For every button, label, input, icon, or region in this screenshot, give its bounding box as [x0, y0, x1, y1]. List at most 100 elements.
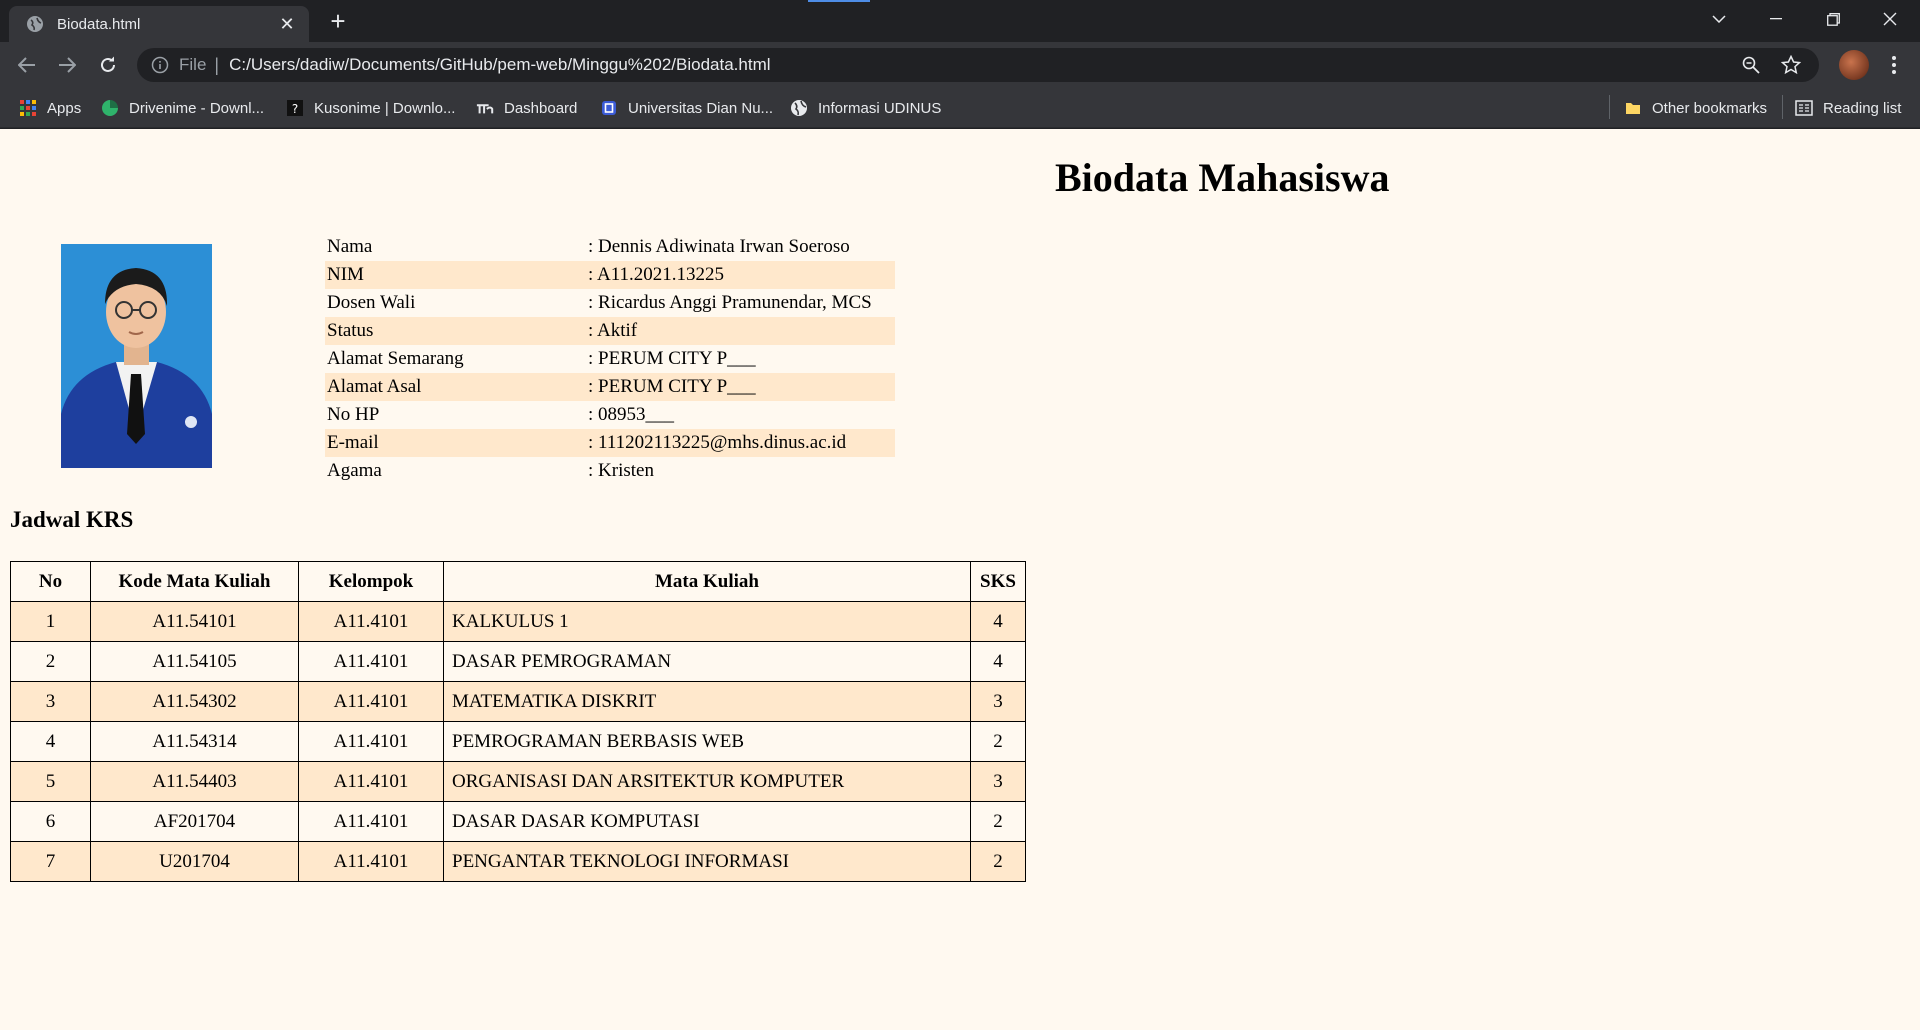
- krs-header-sks: SKS: [970, 561, 1026, 602]
- bookmark-label: Apps: [47, 99, 82, 117]
- krs-cell-kelompok: A11.4101: [298, 641, 444, 682]
- krs-cell-sks: 2: [970, 801, 1026, 842]
- biodata-label: Agama: [327, 460, 382, 481]
- krs-cell-kelompok: A11.4101: [298, 681, 444, 722]
- krs-cell-sks: 3: [970, 681, 1026, 722]
- minimize-icon[interactable]: [1748, 0, 1804, 38]
- krs-cell-matakuliah: ORGANISASI DAN ARSITEKTUR KOMPUTER: [443, 761, 971, 802]
- other-bookmarks[interactable]: Other bookmarks: [1624, 96, 1767, 120]
- krs-cell-sks: 2: [970, 721, 1026, 762]
- loading-indicator: [808, 0, 870, 2]
- tab-title: Biodata.html: [57, 15, 141, 33]
- student-photo: [61, 244, 212, 468]
- biodata-value: : 08953___: [588, 404, 675, 425]
- biodata-label: Alamat Asal: [325, 373, 586, 401]
- table-row: 7 U201704 A11.4101 PENGANTAR TEKNOLOGI INFO…: [10, 841, 1026, 882]
- address-bar[interactable]: File | C:/Users/dadiw/Documents/GitHub/p…: [137, 48, 1819, 82]
- forward-arrow-icon[interactable]: [55, 53, 79, 77]
- krs-cell-sks: 3: [970, 761, 1026, 802]
- globe-icon: [27, 16, 43, 32]
- back-arrow-icon[interactable]: [15, 53, 39, 77]
- biodata-value: : Dennis Adiwinata Irwan Soeroso: [588, 236, 850, 257]
- krs-cell-no: 5: [10, 761, 91, 802]
- krs-cell-kelompok: A11.4101: [298, 801, 444, 842]
- page-title: Biodata Mahasiswa: [1055, 155, 1390, 200]
- krs-heading: Jadwal KRS: [10, 507, 134, 532]
- address-scheme: File: [179, 55, 207, 74]
- site-info-icon[interactable]: [151, 56, 169, 74]
- krs-cell-sks: 4: [970, 641, 1026, 682]
- krs-cell-no: 6: [10, 801, 91, 842]
- bookmark-label: Kusonime | Downlo...: [314, 99, 456, 117]
- table-row: 1 A11.54101 A11.4101 KALKULUS 14: [10, 601, 1026, 642]
- bookmark-label: Dashboard: [504, 99, 578, 117]
- biodata-row: Alamat Asal: PERUM CITY P___: [325, 373, 895, 401]
- bookmarks-divider: [1782, 95, 1783, 119]
- table-row: 2 A11.54105 A11.4101 DASAR PEMROGRAMAN 4: [10, 641, 1026, 682]
- tab-search-icon[interactable]: [1691, 0, 1747, 38]
- krs-header-kelompok: Kelompok: [298, 561, 444, 602]
- page-content: Biodata Mahasiswa Nama: Dennis Adiwinata…: [0, 129, 1920, 1030]
- globe-icon: [790, 99, 808, 117]
- biodata-value: : Aktif: [586, 317, 895, 345]
- browser-toolbar: File | C:/Users/dadiw/Documents/GitHub/p…: [0, 42, 1920, 88]
- krs-header-row: No Kode Mata Kuliah Kelompok Mata Kuliah…: [10, 561, 1026, 602]
- krs-table: No Kode Mata Kuliah Kelompok Mata Kuliah…: [10, 561, 1026, 882]
- bookmark-star-icon[interactable]: [1779, 53, 1803, 77]
- krs-header-kode: Kode Mata Kuliah: [90, 561, 299, 602]
- bookmark-dashboard[interactable]: Dashboard: [476, 96, 577, 120]
- biodata-row: Nama: Dennis Adiwinata Irwan Soeroso: [325, 233, 895, 261]
- krs-cell-matakuliah: PENGANTAR TEKNOLOGI INFORMASI: [443, 841, 971, 882]
- dashboard-icon: [476, 99, 494, 117]
- close-window-icon[interactable]: [1862, 0, 1918, 38]
- biodata-value: : PERUM CITY P___: [588, 348, 756, 369]
- table-row: 4 A11.54314 A11.4101 PEMROGRAMAN BERBASIS W…: [10, 721, 1026, 762]
- biodata-row: E-mail: 111202113225@mhs.dinus.ac.id: [325, 429, 895, 457]
- udinus-icon: [600, 99, 618, 117]
- table-row: 6 AF201704 A11.4101 DASAR DASAR KOMPUTASI 2: [10, 801, 1026, 842]
- reading-list-label: Reading list: [1823, 99, 1902, 117]
- bookmark-informasi-udinus[interactable]: Informasi UDINUS: [790, 96, 941, 120]
- krs-cell-no: 4: [10, 721, 91, 762]
- profile-avatar[interactable]: [1839, 50, 1869, 80]
- biodata-value: : PERUM CITY P___: [586, 373, 895, 401]
- apps-grid-icon: [19, 99, 37, 117]
- menu-kebab-icon[interactable]: [1882, 53, 1906, 77]
- krs-cell-matakuliah: DASAR DASAR KOMPUTASI: [443, 801, 971, 842]
- krs-cell-kode: A11.54314: [90, 721, 299, 762]
- address-url[interactable]: C:/Users/dadiw/Documents/GitHub/pem-web/…: [229, 55, 1739, 75]
- bookmark-drivenime[interactable]: Drivenime - Downl...: [101, 96, 264, 120]
- reading-list[interactable]: Reading list: [1795, 96, 1901, 120]
- krs-cell-kode: A11.54302: [90, 681, 299, 722]
- bookmark-label: Informasi UDINUS: [818, 99, 942, 117]
- biodata-row: Dosen Wali: Ricardus Anggi Pramunendar, …: [325, 289, 895, 317]
- biodata-row: No HP: 08953___: [325, 401, 895, 429]
- zoom-icon[interactable]: [1739, 53, 1763, 77]
- biodata-row: NIM: A11.2021.13225: [325, 261, 895, 289]
- other-bookmarks-label: Other bookmarks: [1652, 99, 1768, 117]
- bookmarks-bar: Apps Drivenime - Downl... ? Kusonime | D…: [0, 88, 1920, 128]
- krs-cell-kelompok: A11.4101: [298, 601, 444, 642]
- table-row: 3 A11.54302 A11.4101 MATEMATIKA DISKRIT 3: [10, 681, 1026, 722]
- bookmark-label: Universitas Dian Nu...: [628, 99, 774, 117]
- biodata-value: : 111202113225@mhs.dinus.ac.id: [586, 429, 895, 457]
- krs-cell-kelompok: A11.4101: [298, 841, 444, 882]
- krs-cell-kode: A11.54105: [90, 641, 299, 682]
- tab-close-icon[interactable]: ✕: [277, 14, 297, 35]
- biodata-label: E-mail: [325, 429, 586, 457]
- biodata-row: Agama: Kristen: [325, 457, 895, 485]
- krs-cell-kelompok: A11.4101: [298, 721, 444, 762]
- biodata-label: Alamat Semarang: [327, 348, 464, 369]
- krs-header-matakuliah: Mata Kuliah: [443, 561, 971, 602]
- new-tab-icon[interactable]: +: [326, 8, 350, 34]
- restore-icon[interactable]: [1805, 0, 1861, 38]
- reload-icon[interactable]: [96, 53, 120, 77]
- tab-biodata[interactable]: Biodata.html ✕: [9, 6, 309, 42]
- bookmark-udinus[interactable]: Universitas Dian Nu...: [600, 96, 773, 120]
- krs-cell-kode: U201704: [90, 841, 299, 882]
- krs-cell-kode: A11.54101: [90, 601, 299, 642]
- bookmark-apps[interactable]: Apps: [19, 96, 81, 120]
- biodata-label: Dosen Wali: [327, 292, 416, 313]
- krs-cell-no: 7: [10, 841, 91, 882]
- bookmark-kusonime[interactable]: ? Kusonime | Downlo...: [286, 96, 455, 120]
